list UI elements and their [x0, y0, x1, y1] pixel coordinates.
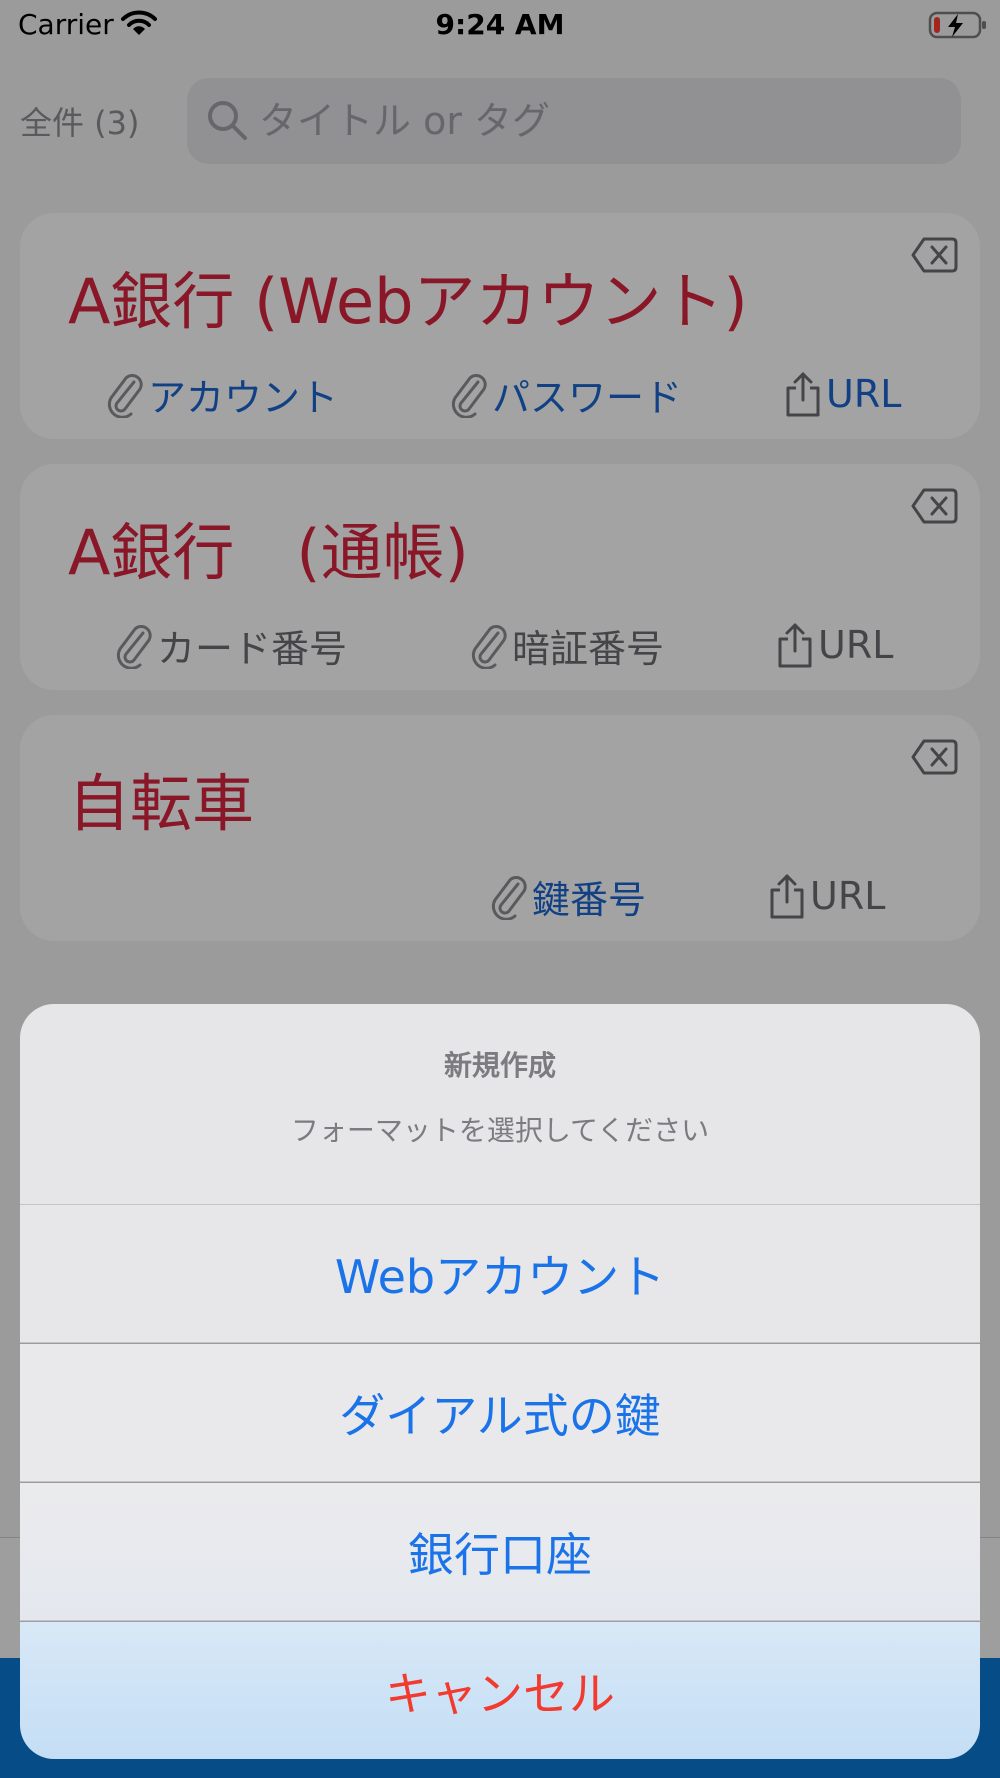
action-sheet-message: フォーマットを選択してください [290, 1114, 710, 1147]
dial-lock-option[interactable]: ダイアル式の鍵 [20, 1344, 980, 1482]
bank-account-option[interactable]: 銀行口座 [20, 1483, 980, 1621]
web-account-option[interactable]: Webアカウント [20, 1205, 980, 1343]
cancel-button[interactable]: キャンセル [20, 1622, 980, 1759]
action-sheet-header: 新規作成 フォーマットを選択してください [20, 1004, 980, 1205]
action-sheet: 新規作成 フォーマットを選択してください Webアカウント ダイアル式の鍵 銀行… [20, 1004, 980, 1759]
action-sheet-title: 新規作成 [443, 1049, 556, 1082]
